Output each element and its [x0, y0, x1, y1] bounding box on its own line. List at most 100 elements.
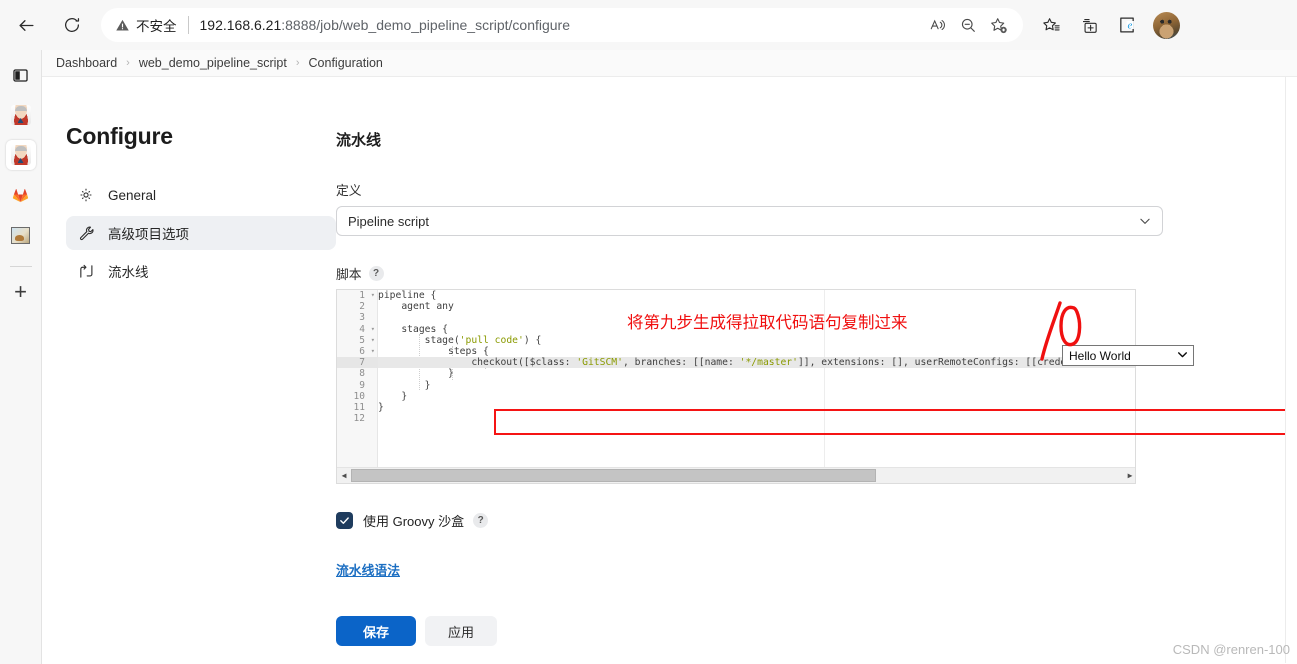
gutter-line: 5 ▾: [359, 334, 375, 346]
pipeline-icon: [76, 261, 96, 281]
scroll-right-arrow-icon[interactable]: ▶: [1123, 468, 1135, 484]
sidebar-item-pipeline[interactable]: 流水线: [66, 254, 336, 288]
chevron-down-icon: [1176, 348, 1189, 364]
fold-marker-icon[interactable]: ▾: [371, 335, 375, 346]
pipeline-form: 流水线 定义 Pipeline script 脚本 ? 1 ▾ 2 3 4 ▾ …: [336, 129, 1236, 646]
sidebar-item-label: 高级项目选项: [108, 227, 189, 242]
definition-select-value: Pipeline script: [348, 213, 429, 229]
read-aloud-icon[interactable]: [923, 10, 953, 40]
sidebar-item-advanced-options[interactable]: 高级项目选项: [66, 216, 336, 250]
code-line-active: checkout([$class: 'GitSCM', branches: [[…: [378, 357, 1135, 369]
gutter-line-active: 7: [337, 357, 377, 369]
omnibox-divider: [187, 16, 189, 34]
omnibox-actions: [923, 10, 1013, 40]
help-icon[interactable]: ?: [473, 513, 489, 528]
breadcrumb-item-job[interactable]: web_demo_pipeline_script: [139, 56, 287, 70]
sidebar-item-label: General: [108, 187, 157, 203]
plus-icon: +: [14, 279, 27, 304]
code-line: }: [378, 379, 431, 391]
breadcrumb-item-dashboard[interactable]: Dashboard: [56, 56, 117, 70]
pinned-site-jenkins-2[interactable]: [5, 140, 36, 170]
save-button[interactable]: 保存: [336, 616, 416, 646]
browser-toolbar: 不安全 192.168.6.21:8888/job/web_demo_pipel…: [0, 0, 1297, 50]
code-line: stage('pull code') {: [378, 334, 542, 346]
sidebar-item-general[interactable]: General: [66, 178, 336, 212]
pinned-site-gitlab[interactable]: [6, 180, 36, 210]
page-viewport: Dashboard › web_demo_pipeline_script › C…: [41, 50, 1297, 664]
scroll-left-arrow-icon[interactable]: ◀: [337, 468, 351, 484]
browser-actions: e: [1029, 9, 1192, 41]
gutter-line: 12: [353, 413, 365, 425]
groovy-sandbox-label: 使用 Groovy 沙盒: [363, 514, 465, 529]
not-secure-label: 不安全: [136, 19, 177, 34]
pipeline-syntax-link[interactable]: 流水线语法: [336, 560, 400, 579]
reload-button[interactable]: [55, 8, 89, 42]
watermark: CSDN @renren-100: [1172, 642, 1290, 657]
favorites-icon[interactable]: [1035, 9, 1067, 41]
add-favorite-icon[interactable]: [983, 10, 1013, 40]
definition-label: 定义: [336, 183, 362, 198]
collections-icon[interactable]: [1073, 9, 1105, 41]
breadcrumb-separator: ›: [126, 57, 130, 69]
sidebar-item-label: 流水线: [108, 265, 149, 280]
code-line: pipeline {: [378, 290, 437, 301]
code-line: }: [378, 368, 454, 380]
sample-step-select[interactable]: Hello World: [1062, 345, 1194, 366]
add-pinned-site-button[interactable]: +: [6, 277, 36, 307]
gitlab-fox-icon: [11, 185, 31, 205]
gear-icon: [76, 185, 96, 205]
help-icon[interactable]: ?: [368, 266, 384, 281]
address-bar[interactable]: 不安全 192.168.6.21:8888/job/web_demo_pipel…: [101, 8, 1023, 42]
gutter-line: 10: [353, 390, 365, 402]
jenkins-butler-icon: [10, 105, 31, 125]
gutter-line: 9: [359, 379, 365, 391]
edge-vertical-sidebar: +: [0, 50, 41, 664]
breadcrumb-separator: ›: [295, 57, 300, 69]
pinned-site-image[interactable]: [6, 220, 36, 250]
script-label: 脚本: [336, 267, 362, 282]
fold-marker-icon[interactable]: ▾: [371, 290, 375, 301]
scrollbar-track[interactable]: [351, 468, 1123, 484]
ie-mode-icon[interactable]: e: [1111, 9, 1143, 41]
url-text: 192.168.6.21:8888/job/web_demo_pipeline_…: [200, 17, 924, 33]
svg-text:e: e: [1128, 20, 1133, 32]
configure-sidebar: Configure General 高级项目选项 流水线: [66, 123, 336, 292]
fold-marker-icon[interactable]: ▾: [371, 346, 375, 357]
apply-button[interactable]: 应用: [425, 616, 497, 646]
gutter-line: 11: [353, 401, 365, 413]
wrench-icon: [76, 223, 96, 243]
code-line: }: [378, 401, 384, 413]
editor-gutter: 1 ▾ 2 3 4 ▾ 5 ▾ 6 ▾ 7 8 9 10 11 12: [337, 290, 378, 468]
chevron-down-icon: [1138, 214, 1152, 228]
code-line: }: [378, 390, 408, 402]
editor-horizontal-scrollbar[interactable]: ◀ ▶: [337, 467, 1135, 484]
not-secure-warning-icon: [115, 18, 130, 33]
page-content: Configure General 高级项目选项 流水线 流水线 定义 Pipe…: [42, 77, 1297, 663]
zoom-out-icon[interactable]: [953, 10, 983, 40]
sample-step-select-value: Hello World: [1069, 348, 1131, 363]
definition-select[interactable]: Pipeline script: [336, 206, 1163, 236]
form-actions: 保存 应用: [336, 616, 1236, 646]
gutter-line: 8: [359, 368, 365, 380]
gutter-line: 1 ▾: [359, 290, 375, 301]
url-host: 192.168.6.21: [199, 17, 282, 33]
url-path: :8888/job/web_demo_pipeline_script/confi…: [281, 17, 570, 33]
gutter-line: 4 ▾: [359, 323, 375, 335]
pinned-site-jenkins-1[interactable]: [6, 100, 36, 130]
fold-marker-icon[interactable]: ▾: [371, 324, 375, 335]
sidebar-divider: [9, 266, 32, 267]
breadcrumb: Dashboard › web_demo_pipeline_script › C…: [42, 50, 1297, 77]
back-button[interactable]: [9, 8, 43, 42]
groovy-sandbox-row: 使用 Groovy 沙盒 ?: [336, 511, 1236, 530]
code-line: steps {: [378, 345, 489, 357]
breadcrumb-item-configuration[interactable]: Configuration: [309, 56, 383, 70]
page-right-gutter: [1285, 77, 1297, 663]
jenkins-butler-icon: [10, 145, 31, 165]
page-title: Configure: [66, 123, 173, 149]
gutter-line: 6 ▾: [359, 345, 375, 357]
profile-avatar[interactable]: [1153, 11, 1180, 39]
groovy-sandbox-checkbox[interactable]: [336, 512, 353, 529]
scrollbar-thumb[interactable]: [351, 468, 876, 482]
gutter-line: 3: [359, 312, 365, 324]
sidebar-toggle-icon[interactable]: [6, 60, 36, 90]
